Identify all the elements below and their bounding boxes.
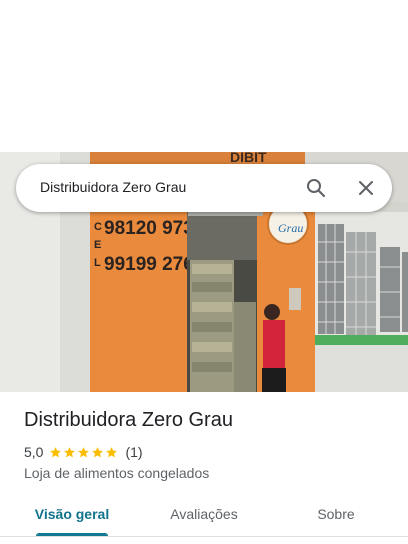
star-icon <box>50 446 62 457</box>
search-icon[interactable] <box>302 174 330 202</box>
rating-value: 5,0 <box>24 444 44 460</box>
star-icon <box>92 446 104 457</box>
close-icon[interactable] <box>352 174 380 202</box>
svg-text:E: E <box>94 239 101 251</box>
tabs-divider <box>0 536 408 537</box>
place-title: Distribuidora Zero Grau <box>24 409 233 431</box>
svg-text:C: C <box>94 221 102 233</box>
place-tabs: Visão geral Avaliações Sobre <box>0 492 408 540</box>
place-category: Loja de alimentos congelados <box>24 465 210 481</box>
star-icon <box>106 446 118 457</box>
search-bar[interactable]: Distribuidora Zero Grau <box>16 164 392 212</box>
search-query-text[interactable]: Distribuidora Zero Grau <box>40 179 186 195</box>
star-icon <box>78 446 90 457</box>
svg-text:L: L <box>94 257 101 269</box>
rating-row[interactable]: 5,0 (1) <box>24 444 143 460</box>
map-blank-area <box>0 0 408 152</box>
star-icon <box>64 446 76 457</box>
logo-text: Grau <box>278 221 303 235</box>
tab-reviews[interactable]: Avaliações <box>152 492 256 536</box>
tab-about[interactable]: Sobre <box>296 492 376 536</box>
star-rating <box>49 446 119 459</box>
reviews-count[interactable]: (1) <box>125 444 142 460</box>
tab-overview[interactable]: Visão geral <box>24 492 120 536</box>
